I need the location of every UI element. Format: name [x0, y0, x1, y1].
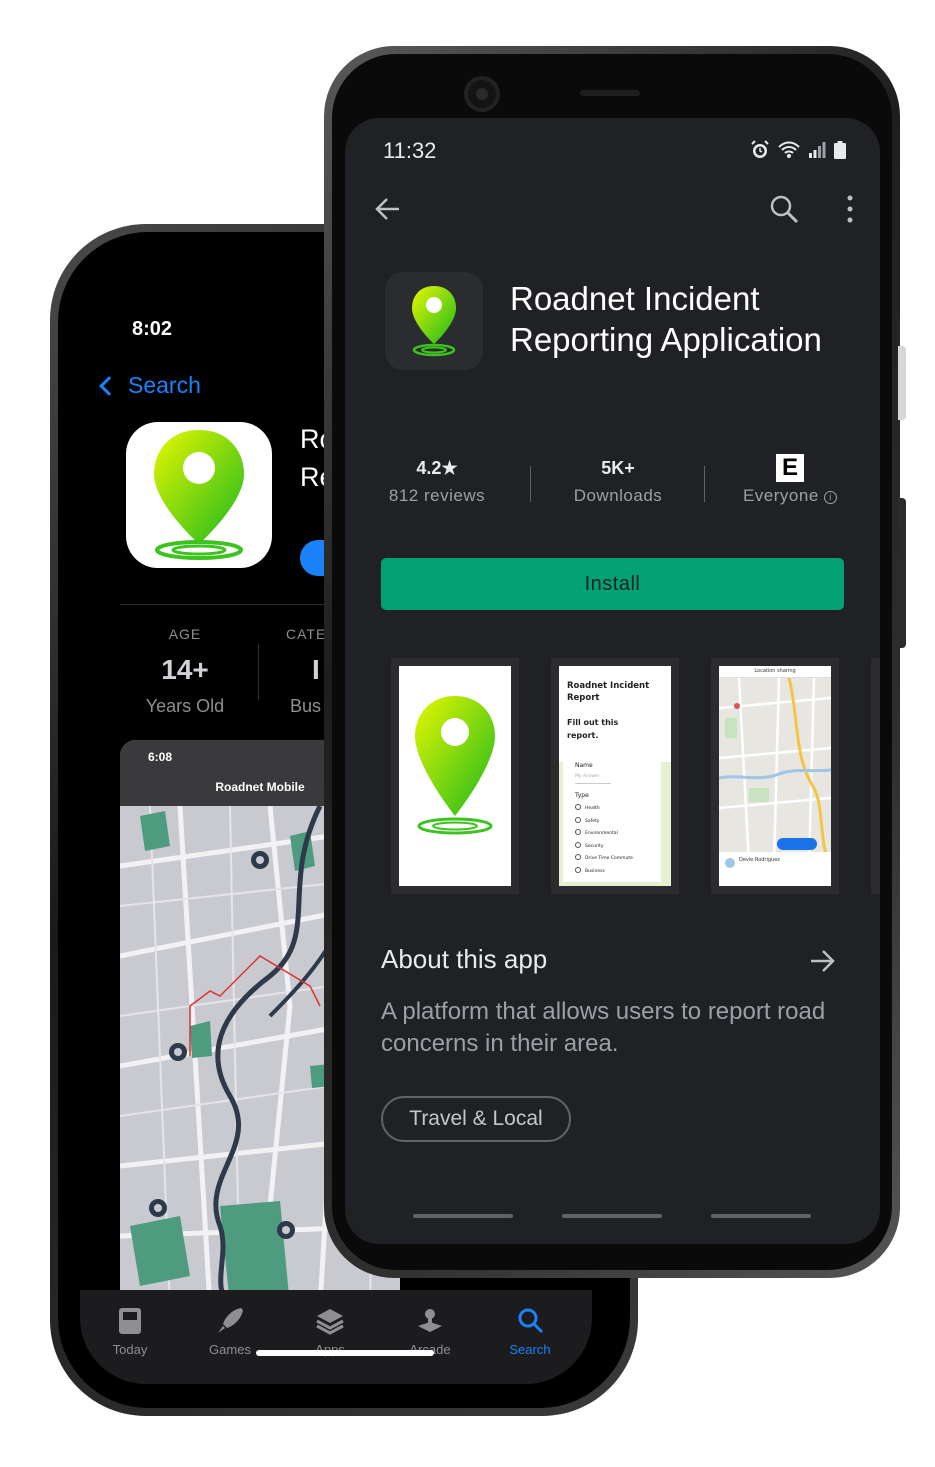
- ios-back-label: Search: [128, 372, 201, 398]
- front-camera: [464, 76, 500, 112]
- rocket-icon: [218, 1308, 243, 1333]
- ios-age-value: 14+: [161, 654, 209, 685]
- power-button: [898, 346, 906, 420]
- layers-icon: [316, 1309, 344, 1335]
- content-rating-label: Everyone: [742, 486, 819, 505]
- about-section-title[interactable]: About this app: [381, 944, 547, 975]
- location-pin-icon: [154, 430, 244, 560]
- radio-option-label: Business: [585, 868, 605, 874]
- search-icon: [518, 1308, 544, 1334]
- rating-stat[interactable]: 4.2★ 812 reviews: [367, 454, 507, 506]
- category-chip[interactable]: Travel & Local: [381, 1096, 571, 1142]
- android-status-time: 11:32: [383, 138, 437, 163]
- info-icon[interactable]: i: [824, 491, 838, 504]
- downloads-value: 5K+: [601, 458, 635, 478]
- divider: [704, 466, 705, 502]
- radio-option: Safety: [575, 816, 633, 829]
- tab-label: Search: [509, 1342, 551, 1357]
- tab-today[interactable]: Today: [90, 1306, 170, 1357]
- radio-option: Environmental: [575, 828, 633, 841]
- downloads-label: Downloads: [573, 486, 663, 505]
- app-title-line-2: Reporting Application: [510, 321, 822, 358]
- ios-category-sub: Bus: [290, 696, 322, 716]
- nav-gesture-bar: [711, 1214, 811, 1218]
- star-icon: ★: [441, 458, 458, 478]
- radio-option-label: Drive Time Commute: [585, 856, 633, 861]
- divider: [258, 644, 259, 700]
- screenshot-thumb[interactable]: [391, 658, 519, 894]
- app-title-line-1: Roadnet Incident: [510, 280, 760, 317]
- content-rating-stat[interactable]: E Everyone i: [720, 454, 860, 506]
- ios-category-value: I: [312, 654, 320, 685]
- ios-app-icon: [126, 422, 272, 568]
- radio-option-label: Security: [585, 843, 604, 849]
- esrb-badge: E: [776, 454, 804, 482]
- map-preview: [719, 678, 831, 864]
- location-title: Location sharing: [754, 668, 796, 674]
- more-vert-icon[interactable]: [835, 194, 865, 224]
- location-pin-icon: [415, 696, 495, 835]
- screenshot-time: 6:08: [148, 750, 173, 764]
- ios-age-label: AGE: [168, 626, 202, 642]
- nav-gesture-bar: [562, 1214, 662, 1218]
- form-subtitle: Fill out this report.: [567, 718, 619, 740]
- screenshot-carousel[interactable]: Roadnet Incident Report Fill out this re…: [385, 658, 880, 898]
- nav-gesture-bar: [413, 1214, 513, 1218]
- alarm-icon: [751, 140, 769, 158]
- radio-option: Drive Time Commute: [575, 853, 633, 866]
- ios-status-time: 8:02: [132, 318, 173, 340]
- screenshot-location: Location sharing Devie Rodriguez: [719, 666, 831, 886]
- tab-search[interactable]: Search: [490, 1306, 570, 1357]
- rating-label: 812 reviews: [388, 486, 486, 505]
- screenshot-thumb[interactable]: [871, 658, 880, 894]
- form-name-input: My Answer: [575, 774, 600, 779]
- wifi-icon: [778, 141, 800, 158]
- back-arrow-icon[interactable]: [373, 194, 403, 224]
- today-icon: [119, 1308, 141, 1334]
- divider: [530, 466, 531, 502]
- location-pin-icon: [412, 286, 456, 357]
- screenshot-thumb[interactable]: Location sharing Devie Rodriguez: [711, 658, 839, 894]
- home-indicator: [256, 1350, 434, 1356]
- downloads-stat: 5K+ Downloads: [548, 454, 688, 506]
- radio-option: Security: [575, 841, 633, 854]
- radio-option-label: Safety: [585, 818, 600, 824]
- screenshot-splash: [399, 666, 511, 886]
- ios-tab-bar: Today Games Apps Arcade Search: [80, 1290, 592, 1384]
- app-stats-row: 4.2★ 812 reviews 5K+ Downloads E Everyon…: [345, 454, 880, 514]
- form-options: Health Safety Environmental Security Dri…: [575, 803, 633, 878]
- radio-option: Business: [575, 866, 633, 879]
- joystick-icon: [418, 1309, 442, 1332]
- tab-label: Games: [209, 1342, 251, 1357]
- screenshot-form: Roadnet Incident Report Fill out this re…: [559, 666, 671, 886]
- play-store-screen: 11:32 Roadnet Incident Reporting Applica…: [345, 118, 880, 1244]
- app-title: Roadnet Incident Reporting Application: [510, 278, 880, 360]
- form-name-label: Name: [575, 762, 593, 769]
- radio-option-label: Health: [585, 806, 600, 811]
- form-title: Roadnet Incident Report: [567, 681, 650, 703]
- radio-option: Health: [575, 803, 633, 816]
- ios-category-label: CATE: [286, 626, 327, 642]
- signal-icon: [809, 142, 826, 158]
- ios-back-button[interactable]: Search: [99, 372, 201, 399]
- arrow-right-icon[interactable]: [807, 946, 837, 976]
- install-button[interactable]: Install: [381, 558, 844, 610]
- search-icon[interactable]: [769, 194, 799, 224]
- android-app-icon: [385, 272, 483, 370]
- form-type-label: Type: [575, 792, 589, 799]
- radio-option-label: Environmental: [585, 831, 618, 836]
- app-description: A platform that allows users to report r…: [381, 998, 826, 1057]
- status-icons: [750, 140, 846, 160]
- battery-icon: [834, 141, 846, 159]
- volume-button: [898, 498, 906, 648]
- ios-age-sub: Years Old: [145, 696, 225, 716]
- earpiece-speaker: [580, 90, 640, 96]
- chevron-left-icon: [99, 375, 119, 396]
- screenshot-thumb[interactable]: Roadnet Incident Report Fill out this re…: [551, 658, 679, 894]
- location-user-name: Devie Rodriguez: [739, 857, 780, 863]
- rating-value: 4.2: [416, 458, 442, 478]
- tab-label: Today: [112, 1342, 148, 1357]
